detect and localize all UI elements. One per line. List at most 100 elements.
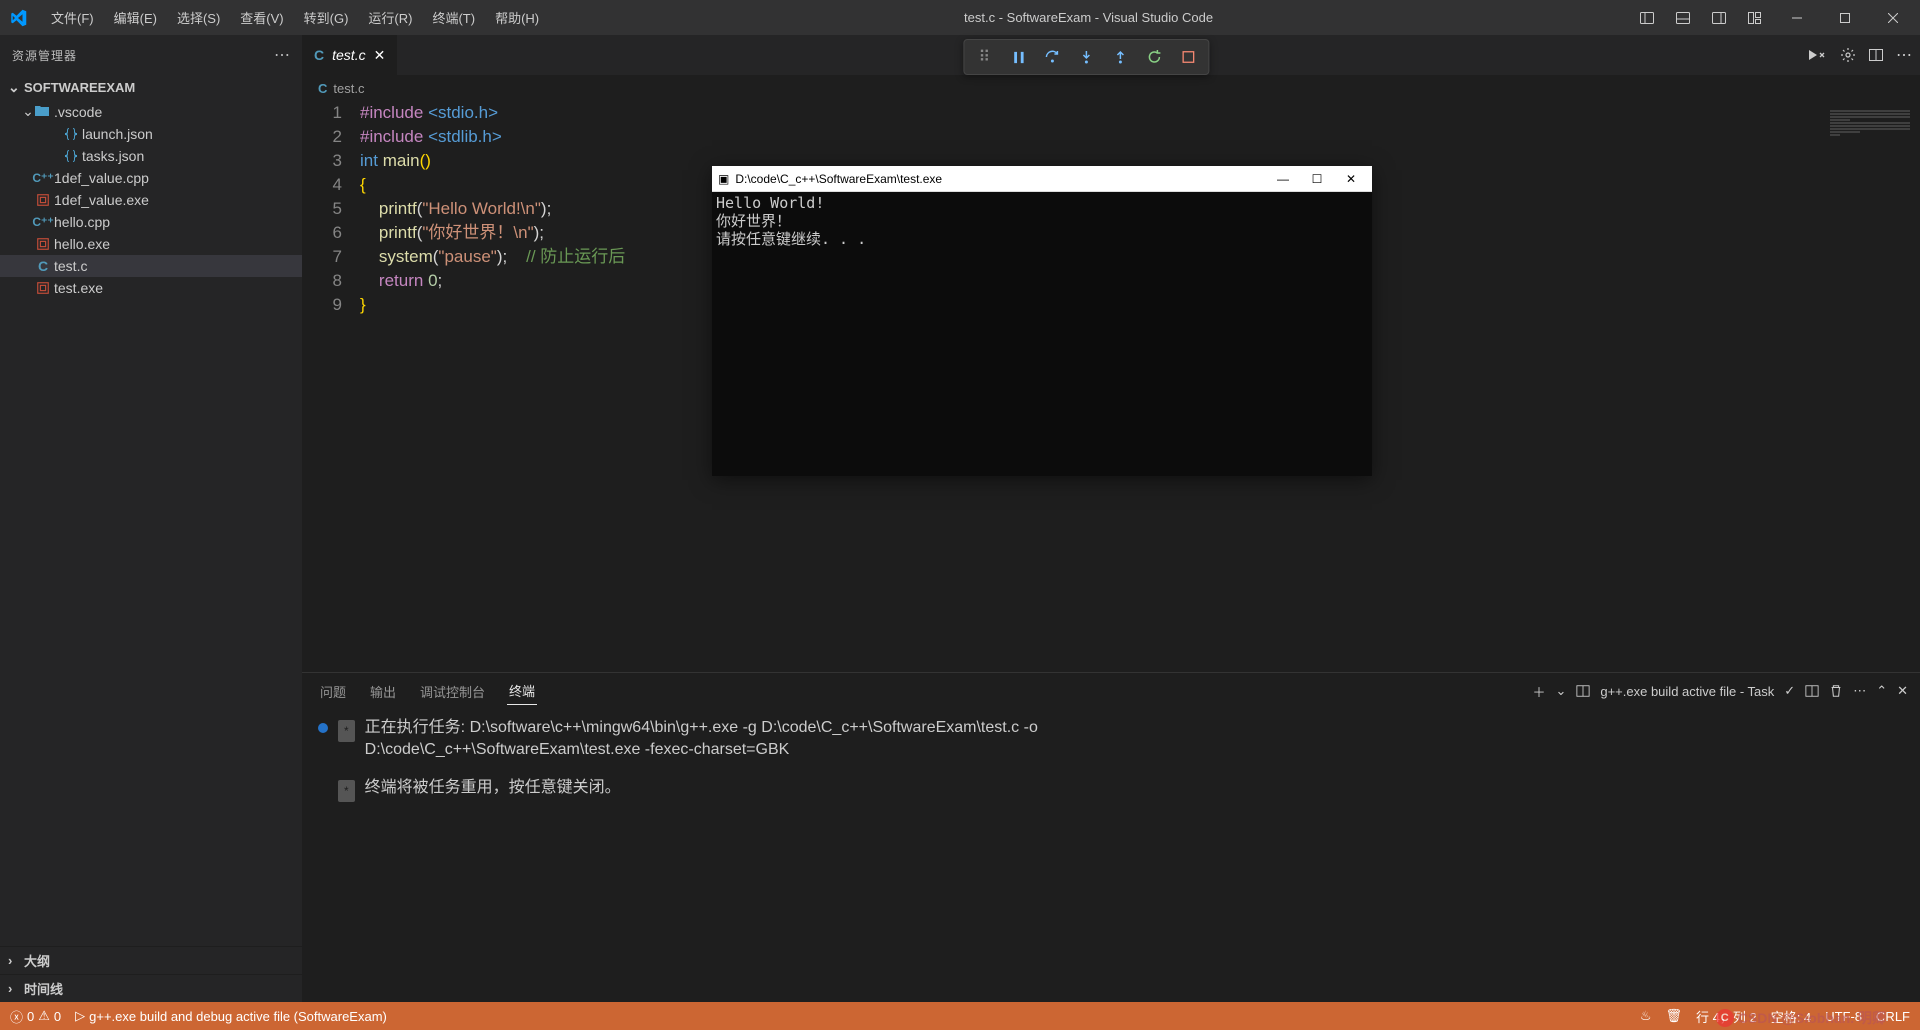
debug-pause-icon[interactable]: [1004, 43, 1032, 71]
panel-close-icon[interactable]: ✕: [1897, 683, 1908, 699]
folder-root[interactable]: ⌄ SOFTWAREEXAM: [0, 75, 302, 100]
menu-item[interactable]: 帮助(H): [487, 4, 547, 31]
console-titlebar[interactable]: ▣ D:\code\C_c++\SoftwareExam\test.exe — …: [712, 166, 1372, 192]
debug-restart-icon[interactable]: [1140, 43, 1168, 71]
outline-section[interactable]: ›大纲: [0, 946, 302, 974]
tab-test-c[interactable]: C test.c ✕: [302, 35, 398, 75]
panel-maximize-icon[interactable]: ⌃: [1876, 683, 1887, 699]
maximize-button[interactable]: [1822, 4, 1868, 32]
debug-step-out-icon[interactable]: [1106, 43, 1134, 71]
json-file-icon: [60, 148, 82, 164]
explorer-more-icon[interactable]: ⋯: [274, 45, 290, 65]
folder-file-icon: ⌄: [32, 103, 54, 120]
tab-label: test.c: [332, 47, 365, 63]
debug-stop-icon[interactable]: [1174, 43, 1202, 71]
tree-item-1def_value-cpp[interactable]: C⁺⁺1def_value.cpp: [0, 167, 302, 189]
debug-step-into-icon[interactable]: [1072, 43, 1100, 71]
panel-right-icon[interactable]: [1702, 4, 1736, 32]
tree-item--vscode[interactable]: ⌄.vscode: [0, 100, 302, 123]
folder-root-label: SOFTWAREEXAM: [24, 80, 135, 95]
panel-tab-2[interactable]: 调试控制台: [418, 678, 487, 705]
split-editor-icon[interactable]: [1868, 47, 1884, 63]
panel-tabs: 问题输出调试控制台终端 ＋ ⌄ g++.exe build active fil…: [302, 673, 1920, 709]
gear-icon[interactable]: [1840, 47, 1856, 63]
console-minimize-button[interactable]: —: [1268, 169, 1298, 189]
menu-bar: 文件(F)编辑(E)选择(S)查看(V)转到(G)运行(R)终端(T)帮助(H): [35, 4, 547, 31]
task-badge: *: [338, 780, 355, 802]
explorer-sidebar: 资源管理器 ⋯ ⌄ SOFTWAREEXAM ⌄.vscodelaunch.js…: [0, 35, 302, 1002]
explorer-title: 资源管理器: [12, 47, 77, 64]
panel-left-icon[interactable]: [1630, 4, 1664, 32]
debug-step-over-icon[interactable]: [1038, 43, 1066, 71]
layout-icon[interactable]: [1738, 4, 1772, 32]
menu-item[interactable]: 查看(V): [232, 4, 291, 31]
menu-item[interactable]: 终端(T): [424, 4, 483, 31]
minimap[interactable]: [1820, 101, 1920, 672]
exe-file-icon: [32, 237, 54, 251]
terminal-dropdown-icon[interactable]: ⌄: [1555, 683, 1566, 699]
console-app-icon: ▣: [718, 172, 729, 186]
file-tree: ⌄.vscodelaunch.jsontasks.jsonC⁺⁺1def_val…: [0, 100, 302, 946]
task-status-dot: [318, 723, 328, 733]
tab-close-icon[interactable]: ✕: [374, 47, 386, 64]
minimize-button[interactable]: [1774, 4, 1820, 32]
status-flame-icon[interactable]: ♨: [1640, 1008, 1652, 1024]
menu-item[interactable]: 编辑(E): [106, 4, 165, 31]
exe-file-icon: [32, 281, 54, 295]
window-title: test.c - SoftwareExam - Visual Studio Co…: [547, 10, 1630, 25]
trash-icon[interactable]: [1829, 684, 1843, 698]
status-trash-icon[interactable]: 🗑: [1666, 1008, 1683, 1024]
debug-toolbar[interactable]: ⠿: [963, 39, 1209, 75]
console-window[interactable]: ▣ D:\code\C_c++\SoftwareExam\test.exe — …: [712, 166, 1372, 476]
tree-item-hello-exe[interactable]: hello.exe: [0, 233, 302, 255]
breadcrumb[interactable]: C test.c: [302, 75, 1920, 101]
watermark: C CSDN @Siobhan. 明卿: [1716, 1008, 1886, 1028]
menu-item[interactable]: 选择(S): [169, 4, 228, 31]
title-icons: [1630, 4, 1920, 32]
vscode-logo-icon: [0, 9, 35, 27]
c-file-icon: C: [314, 47, 324, 63]
c-file-icon: C: [318, 81, 327, 96]
editor-more-icon[interactable]: ⋯: [1896, 45, 1912, 65]
line-numbers: 123456789: [302, 101, 360, 672]
run-debug-icon[interactable]: [1806, 47, 1828, 63]
cpp-file-icon: C⁺⁺: [32, 215, 54, 229]
task-badge: *: [338, 720, 355, 742]
split-panel-icon[interactable]: [1805, 684, 1819, 698]
terminal-line: 终端将被任务重用，按任意键关闭。: [365, 777, 621, 799]
exe-file-icon: [32, 193, 54, 207]
menu-item[interactable]: 文件(F): [43, 4, 102, 31]
console-output[interactable]: Hello World! 你好世界！ 请按任意键继续. . .: [712, 192, 1372, 476]
panel-tab-1[interactable]: 输出: [368, 678, 398, 705]
console-title: D:\code\C_c++\SoftwareExam\test.exe: [735, 172, 942, 186]
tree-item-test-exe[interactable]: test.exe: [0, 277, 302, 299]
tree-item-test-c[interactable]: Ctest.c: [0, 255, 302, 277]
title-bar: 文件(F)编辑(E)选择(S)查看(V)转到(G)运行(R)终端(T)帮助(H)…: [0, 0, 1920, 35]
new-terminal-icon[interactable]: ＋: [1532, 682, 1545, 701]
terminal-line: 正在执行任务: D:\software\c++\mingw64\bin\g++.…: [365, 717, 1235, 761]
debug-drag-icon[interactable]: ⠿: [970, 43, 998, 71]
panel-bottom-icon[interactable]: [1666, 4, 1700, 32]
console-close-button[interactable]: ✕: [1336, 169, 1366, 189]
menu-item[interactable]: 运行(R): [360, 4, 420, 31]
panel-tab-3[interactable]: 终端: [507, 677, 537, 705]
tree-item-1def_value-exe[interactable]: 1def_value.exe: [0, 189, 302, 211]
split-terminal-icon[interactable]: [1576, 684, 1590, 698]
terminal-body[interactable]: * 正在执行任务: D:\software\c++\mingw64\bin\g++…: [302, 709, 1920, 1002]
terminal-task-label[interactable]: g++.exe build active file - Task: [1600, 684, 1774, 699]
panel-more-icon[interactable]: ⋯: [1853, 683, 1866, 699]
tree-item-hello-cpp[interactable]: C⁺⁺hello.cpp: [0, 211, 302, 233]
tree-item-tasks-json[interactable]: tasks.json: [0, 145, 302, 167]
check-icon: ✓: [1784, 683, 1795, 699]
status-debug-config[interactable]: ▷ g++.exe build and debug active file (S…: [75, 1008, 387, 1024]
cpp-file-icon: C⁺⁺: [32, 171, 54, 185]
c-file-icon: C: [32, 258, 54, 274]
timeline-section[interactable]: ›时间线: [0, 974, 302, 1002]
console-maximize-button[interactable]: ☐: [1302, 169, 1332, 189]
tree-item-launch-json[interactable]: launch.json: [0, 123, 302, 145]
terminal-panel: 问题输出调试控制台终端 ＋ ⌄ g++.exe build active fil…: [302, 672, 1920, 1002]
close-button[interactable]: [1870, 4, 1916, 32]
panel-tab-0[interactable]: 问题: [318, 678, 348, 705]
menu-item[interactable]: 转到(G): [296, 4, 357, 31]
status-errors[interactable]: ⓧ 0 ⚠ 0: [10, 1007, 61, 1026]
